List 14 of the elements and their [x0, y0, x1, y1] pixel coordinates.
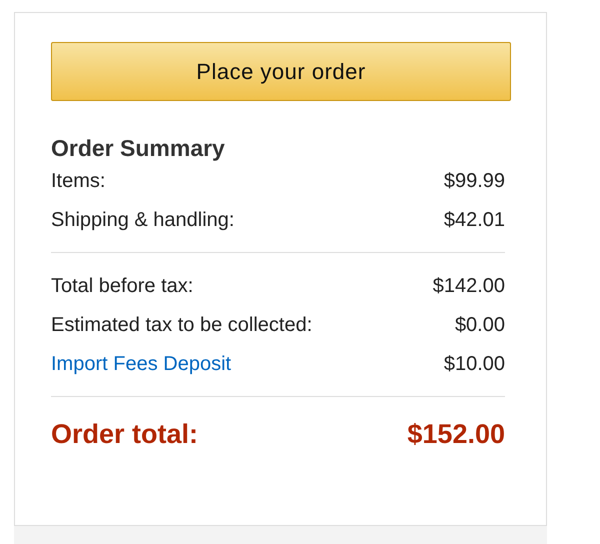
import-fees-link[interactable]: Import Fees Deposit [51, 353, 232, 376]
row-amount: $42.01 [444, 209, 505, 232]
summary-title: Order Summary [51, 135, 226, 162]
order-total-label: Order total: [51, 419, 198, 450]
row-label: Shipping & handling: [51, 209, 234, 232]
row-amount: $99.99 [444, 170, 505, 193]
row-amount: $10.00 [444, 353, 505, 376]
row-amount: $142.00 [432, 275, 505, 298]
row-amount: $0.00 [454, 314, 505, 337]
row-label: Items: [51, 170, 106, 193]
place-order-button[interactable]: Place your order [51, 42, 511, 101]
row-label: Total before tax: [51, 275, 194, 298]
order-total-amount: $152.00 [407, 419, 505, 450]
row-label: Estimated tax to be collected: [51, 314, 312, 337]
